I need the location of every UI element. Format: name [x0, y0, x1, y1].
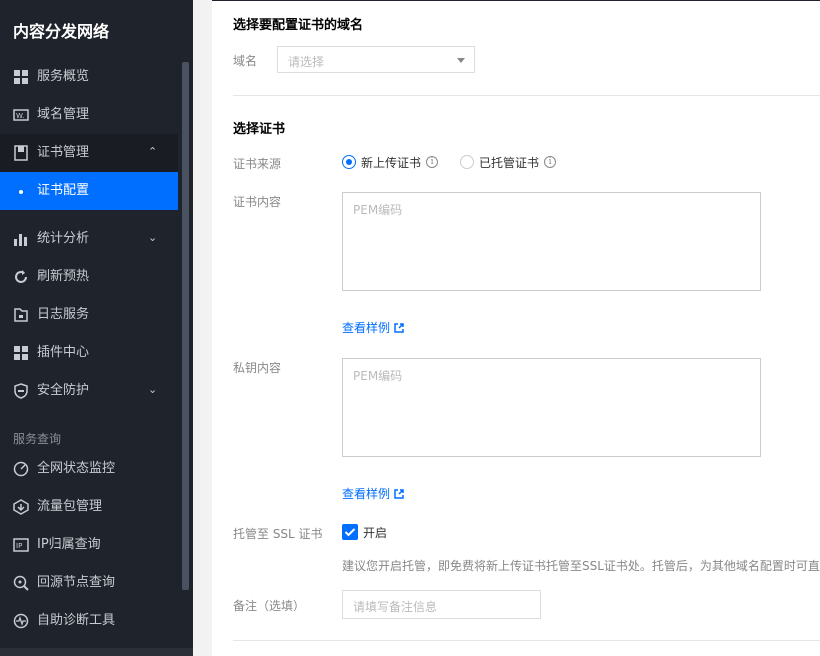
sidebar-scrollbar[interactable]	[182, 62, 189, 590]
svg-text:IP: IP	[16, 542, 22, 550]
sidebar-item-security[interactable]: 安全防护 ⌄	[0, 372, 178, 410]
ssl-host-hint: 建议您开启托管，即免费将新上传证书托管至SSL证书处。托管后，为其他域名配置时可…	[342, 559, 820, 573]
sidebar-item-label: 自助诊断工具	[37, 613, 116, 628]
domain-icon: W.	[13, 109, 29, 121]
sidebar-item-refresh[interactable]: 刷新预热	[0, 258, 178, 296]
domain-select-placeholder: 请选择	[288, 55, 325, 69]
sidebar-item-cert-management[interactable]: 证书管理 ⌃	[0, 134, 178, 172]
sidebar-item-label: 安全防护	[37, 383, 90, 398]
sidebar-item-label: 证书管理	[37, 145, 90, 160]
remark-placeholder: 请填写备注信息	[353, 600, 438, 614]
top-border	[212, 0, 820, 1]
certificate-icon	[14, 145, 28, 161]
sidebar-item-label: 刷新预热	[37, 269, 90, 284]
plugin-icon	[14, 346, 28, 360]
sidebar-item-statistics[interactable]: 统计分析 ⌄	[0, 220, 178, 258]
cert-content-textarea[interactable]: PEM编码	[342, 192, 761, 291]
chevron-down-icon: ⌄	[148, 383, 158, 396]
log-icon	[14, 308, 28, 322]
private-key-textarea[interactable]: PEM编码	[342, 358, 761, 457]
sidebar-item-label: 证书配置	[37, 183, 90, 198]
sidebar-item-label: 流量包管理	[37, 499, 103, 514]
sidebar-item-traffic-pack[interactable]: 流量包管理	[0, 488, 178, 526]
section-title-cert: 选择证书	[233, 122, 286, 137]
section-divider	[233, 95, 820, 96]
sidebar-group-title: 服务查询	[13, 432, 62, 446]
sidebar-item-domain[interactable]: W. 域名管理	[0, 96, 178, 134]
ssl-host-label: 托管至 SSL 证书	[233, 527, 323, 541]
sidebar-item-label: 统计分析	[37, 231, 90, 246]
chevron-down-icon: ⌄	[148, 231, 158, 244]
cert-source-label: 证书来源	[233, 157, 282, 171]
refresh-icon	[15, 270, 27, 283]
info-icon[interactable]: i	[426, 156, 439, 168]
sidebar-item-overview[interactable]: 服务概览	[0, 58, 178, 96]
view-sample-link-key[interactable]: 查看样例	[342, 485, 404, 502]
radio-new-cert-label: 新上传证书	[361, 155, 422, 170]
sidebar-item-label: IP归属查询	[37, 537, 101, 552]
domain-label: 域名	[233, 54, 258, 68]
private-key-placeholder: PEM编码	[353, 369, 403, 383]
cert-content-placeholder: PEM编码	[353, 203, 403, 217]
chevron-up-icon: ⌃	[148, 145, 158, 158]
diagnose-icon	[13, 613, 29, 629]
sidebar-item-label: 回源节点查询	[37, 575, 116, 590]
sidebar-item-logs[interactable]: 日志服务	[0, 296, 178, 334]
view-sample-link-cert[interactable]: 查看样例	[342, 319, 404, 336]
checkmark-icon	[344, 528, 356, 537]
radio-hosted-cert[interactable]: 已托管证书 i	[460, 153, 557, 171]
info-icon[interactable]: i	[544, 156, 557, 168]
sidebar-item-label: 日志服务	[37, 307, 90, 322]
sidebar-item-ip-lookup[interactable]: IP IP归属查询	[0, 526, 178, 564]
ssl-host-checkbox-label: 开启	[363, 526, 388, 540]
caret-down-icon	[457, 58, 465, 63]
grid-icon	[14, 70, 28, 84]
cert-content-label: 证书内容	[233, 195, 282, 209]
sidebar-item-label: 域名管理	[37, 107, 90, 122]
brand-title: 内容分发网络	[13, 22, 110, 41]
sidebar-item-label: 插件中心	[37, 345, 90, 360]
section-divider	[233, 640, 820, 641]
section-title-domain: 选择要配置证书的域名	[233, 18, 364, 33]
radio-hosted-cert-label: 已托管证书	[479, 155, 540, 170]
radio-new-cert[interactable]: 新上传证书 i	[342, 153, 439, 171]
shield-icon	[14, 383, 28, 399]
sidebar-item-origin-node[interactable]: 回源节点查询	[0, 564, 178, 602]
traffic-pack-icon	[13, 499, 29, 515]
sidebar-item-cert-config[interactable]: 证书配置	[0, 172, 178, 210]
view-sample-label: 查看样例	[342, 487, 391, 501]
sidebar: 内容分发网络 服务概览 W. 域名管理 证书管理 ⌃ 证书配置 统计分析 ⌄ 刷…	[0, 0, 193, 656]
remark-label: 备注（选填）	[233, 599, 306, 613]
radio-unchecked-icon	[460, 155, 474, 169]
ssl-host-checkbox[interactable]	[342, 524, 358, 540]
ip-icon: IP	[13, 538, 29, 552]
private-key-label: 私钥内容	[233, 361, 282, 375]
sidebar-footer	[0, 648, 193, 656]
remark-input[interactable]: 请填写备注信息	[342, 590, 541, 619]
view-sample-label: 查看样例	[342, 321, 391, 335]
svg-text:W.: W.	[16, 112, 24, 120]
monitor-icon	[13, 461, 29, 477]
sidebar-item-label: 服务概览	[37, 69, 90, 84]
sidebar-item-label: 全网状态监控	[37, 461, 116, 476]
sidebar-item-plugins[interactable]: 插件中心	[0, 334, 178, 372]
domain-select[interactable]: 请选择	[277, 46, 475, 73]
sidebar-item-network-monitor[interactable]: 全网状态监控	[0, 450, 178, 488]
external-link-icon	[394, 322, 404, 333]
radio-checked-icon	[342, 155, 356, 169]
search-node-icon	[13, 575, 29, 591]
bar-chart-icon	[14, 234, 27, 246]
external-link-icon	[394, 488, 404, 499]
dot-icon	[19, 190, 23, 194]
sidebar-item-diagnose[interactable]: 自助诊断工具	[0, 602, 178, 640]
